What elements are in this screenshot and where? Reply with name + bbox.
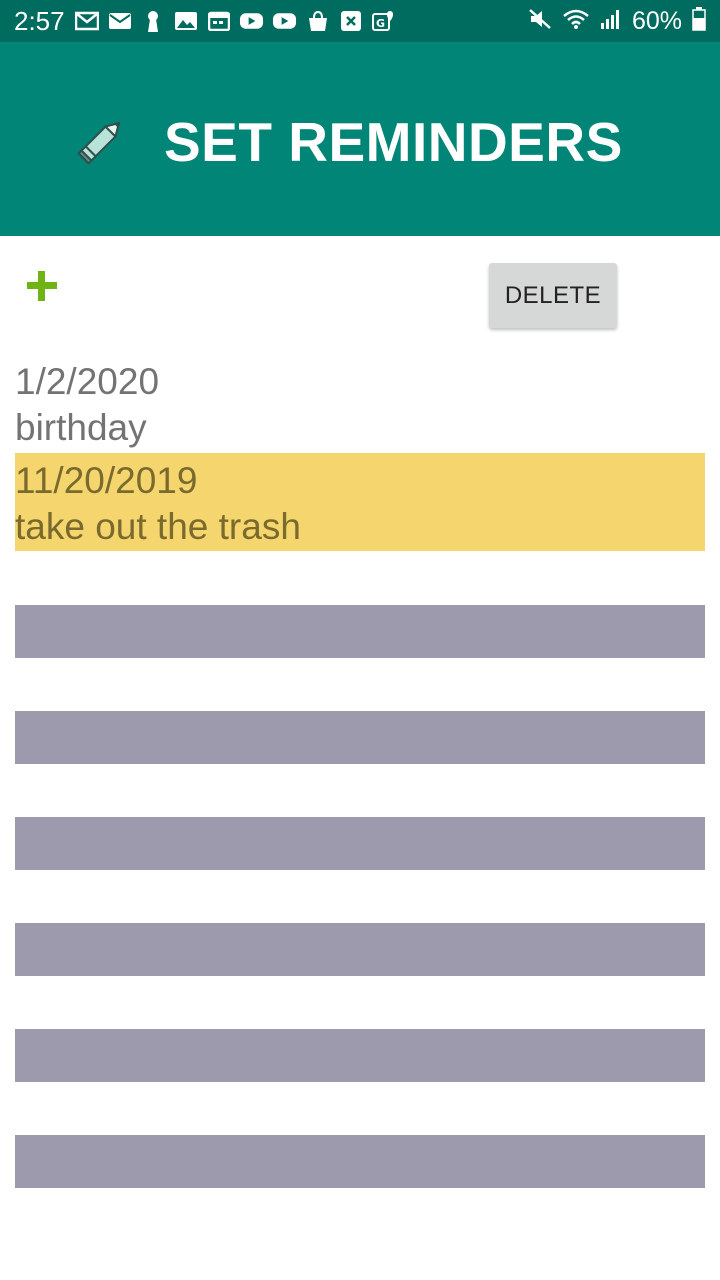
empty-reminder-slot[interactable]	[15, 605, 705, 658]
calendar-icon	[206, 10, 231, 32]
wifi-icon	[562, 8, 590, 35]
status-bar: 2:57 G 60%	[0, 0, 720, 42]
keyhole-icon	[140, 10, 165, 32]
reminder-item[interactable]: 1/2/2020 birthday	[15, 359, 705, 453]
shopping-bag-icon	[305, 10, 330, 32]
empty-reminder-slot[interactable]	[15, 1029, 705, 1082]
reminder-text: birthday	[15, 407, 147, 448]
empty-reminder-slot[interactable]	[15, 711, 705, 764]
battery-level: 60%	[631, 7, 682, 35]
gmail-icon	[74, 10, 99, 32]
empty-reminder-slot[interactable]	[15, 817, 705, 870]
notification-icons: G	[74, 8, 396, 34]
delete-button[interactable]: DELETE	[489, 263, 617, 328]
pencil-icon	[76, 114, 128, 166]
maps-icon: G	[371, 10, 396, 32]
reminder-date: 1/2/2020	[15, 361, 160, 402]
close-box-icon	[338, 10, 363, 32]
reminder-text: take out the trash	[15, 506, 301, 547]
mute-icon	[528, 8, 552, 35]
empty-reminder-slot[interactable]	[15, 1135, 705, 1188]
gallery-icon	[173, 10, 198, 32]
youtube-icon	[239, 10, 264, 32]
empty-reminder-slot[interactable]	[15, 923, 705, 976]
youtube-icon	[272, 10, 297, 32]
svg-text:G: G	[376, 17, 385, 30]
status-time: 2:57	[14, 6, 65, 36]
mail-icon	[107, 10, 132, 32]
page-title: SET REMINDERS	[164, 111, 623, 173]
reminder-item-selected[interactable]: 11/20/2019 take out the trash	[15, 453, 705, 551]
plus-icon	[25, 269, 59, 308]
add-reminder-button[interactable]	[22, 268, 62, 308]
reminder-date: 11/20/2019	[15, 460, 198, 501]
system-icons: 60%	[528, 6, 706, 36]
app-bar: SET REMINDERS	[0, 42, 720, 236]
signal-icon	[600, 8, 622, 35]
battery-icon	[692, 6, 706, 36]
